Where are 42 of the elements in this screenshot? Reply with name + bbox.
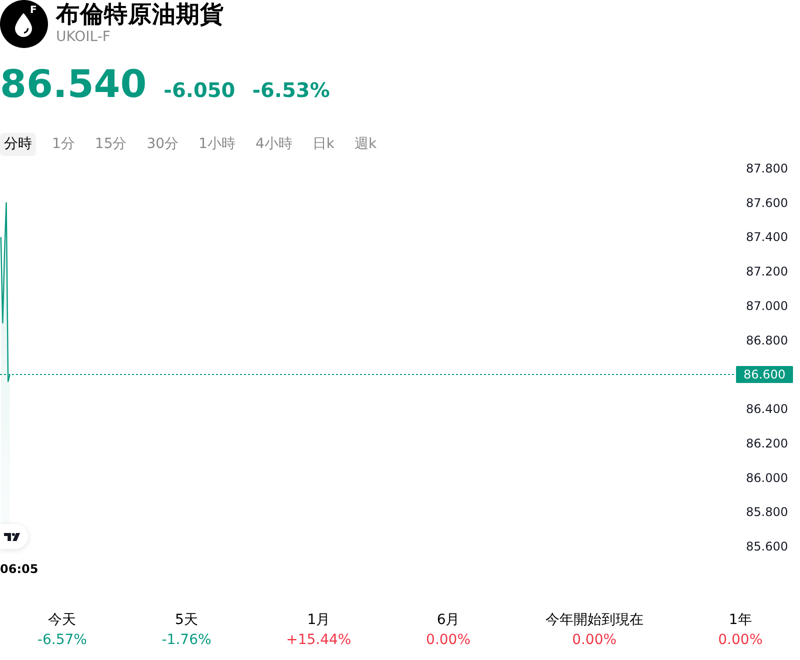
price-axis-label: 86.800 — [746, 333, 788, 348]
price-axis-label: 86.400 — [746, 402, 788, 416]
price-axis-label: 85.600 — [746, 540, 788, 554]
price-axis-label: 87.600 — [746, 196, 788, 210]
period-label: 6月 — [436, 612, 460, 629]
time-axis-label: 06:05 — [0, 562, 38, 576]
period-label: 5天 — [175, 612, 198, 629]
interval-tab[interactable]: 日k — [308, 133, 339, 156]
interval-tab[interactable]: 4小時 — [252, 133, 296, 156]
droplet-icon — [15, 13, 32, 37]
period-change: -1.76% — [162, 632, 212, 649]
interval-tab[interactable]: 週k — [350, 133, 381, 156]
logo-letter: F — [30, 5, 37, 17]
price-axis-label: 87.400 — [746, 230, 788, 244]
ticker-symbol: UKOIL-F — [56, 29, 112, 45]
interval-tab[interactable]: 30分 — [142, 133, 183, 156]
interval-tab[interactable]: 1分 — [48, 133, 79, 156]
price-axis-label: 85.800 — [746, 505, 788, 520]
period-change: 0.00% — [718, 632, 763, 649]
interval-tab[interactable]: 分時 — [0, 133, 36, 156]
price-axis-label: 87.200 — [746, 264, 788, 279]
period-change: 0.00% — [572, 632, 617, 649]
price-change: -6.050 — [164, 77, 236, 104]
price-axis-label: 86.200 — [746, 436, 788, 450]
period-change: 0.00% — [426, 632, 471, 649]
ref-line-label: 86.600 — [744, 368, 786, 382]
price-axis-label: 86.000 — [746, 470, 788, 485]
period-label: 1月 — [307, 612, 330, 629]
interval-tab[interactable]: 15分 — [90, 133, 131, 156]
price-axis-label: 87.000 — [746, 299, 788, 313]
last-price: 86.540 — [0, 62, 147, 106]
period-change: +15.44% — [286, 632, 352, 649]
percent-change: -6.53% — [252, 77, 330, 104]
period-label: 1年 — [728, 612, 752, 629]
period-label: 今年開始到現在 — [545, 612, 644, 629]
chart-logo-icon[interactable] — [0, 524, 28, 549]
instrument-title: 布倫特原油期貨 — [56, 0, 224, 29]
period-label: 今天 — [48, 612, 76, 629]
period-change: -6.57% — [37, 632, 87, 649]
last-price-tag: 86.600 — [736, 366, 793, 384]
interval-tab[interactable]: 1小時 — [194, 133, 240, 156]
price-axis-label: 87.800 — [746, 162, 788, 176]
